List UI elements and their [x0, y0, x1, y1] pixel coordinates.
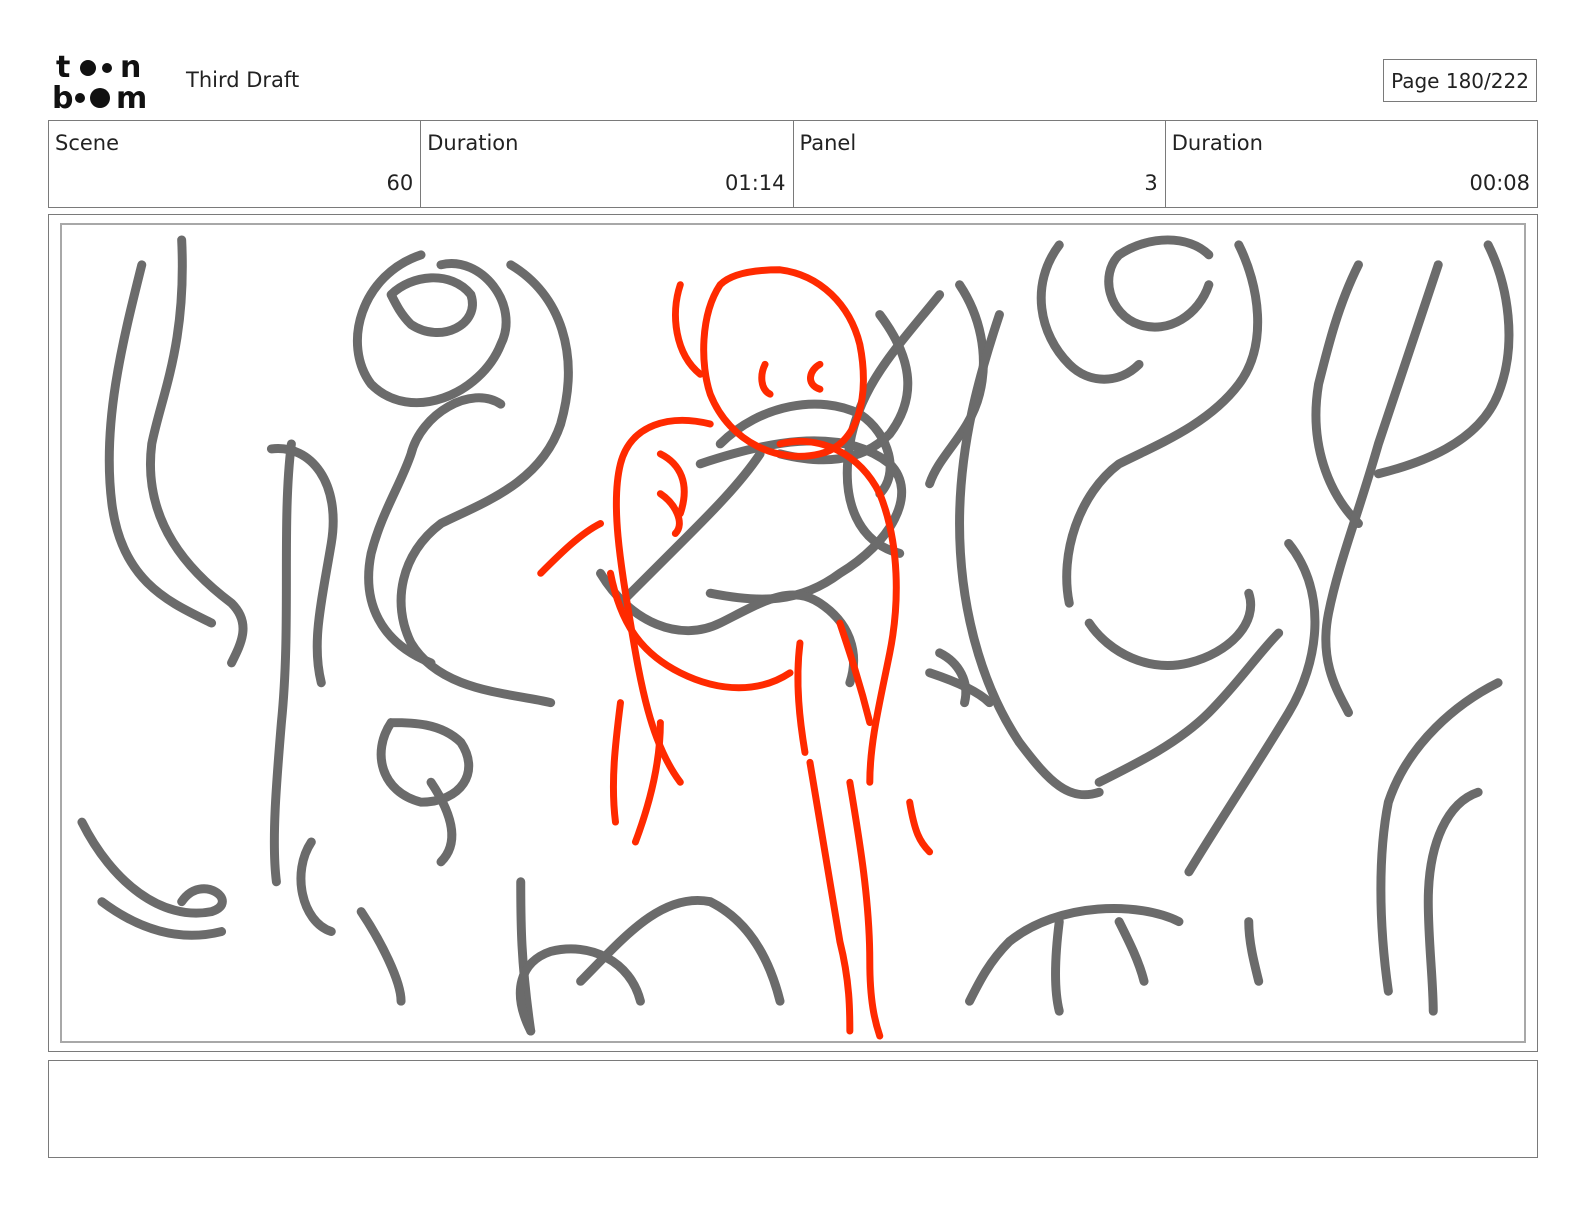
panel-image-area — [60, 223, 1526, 1043]
panel-notes-box — [48, 1060, 1538, 1158]
panel-duration-cell: Duration 00:08 — [1166, 121, 1537, 207]
svg-text:m: m — [116, 81, 147, 112]
toon-boom-logo: t n b m — [52, 50, 147, 112]
panel-value: 3 — [1144, 171, 1158, 195]
page-label: Page 180/222 — [1391, 68, 1529, 93]
scene-label: Scene — [55, 131, 120, 155]
svg-text:n: n — [120, 50, 141, 85]
scene-duration-value: 01:14 — [724, 171, 786, 195]
panel-duration-value: 00:08 — [1469, 171, 1530, 195]
scene-value: 60 — [386, 171, 414, 195]
svg-text:t: t — [56, 50, 70, 85]
background-sketch-lines — [77, 235, 1514, 1036]
page-indicator: Page 180/222 — [1383, 59, 1537, 102]
storyboard-panel — [48, 214, 1538, 1052]
panel-sketch — [77, 235, 1514, 1040]
svg-text:b: b — [52, 81, 73, 112]
scene-cell: Scene 60 — [49, 121, 422, 207]
document-title: Third Draft — [186, 68, 300, 92]
panel-label: Panel — [799, 131, 857, 155]
panel-cell: Panel 3 — [794, 121, 1166, 207]
scene-duration-cell: Duration 01:14 — [421, 121, 794, 207]
info-table: Scene 60 Duration 01:14 Panel 3 Duration… — [48, 120, 1538, 208]
scene-duration-label: Duration — [427, 131, 519, 155]
panel-duration-label: Duration — [1171, 131, 1263, 155]
